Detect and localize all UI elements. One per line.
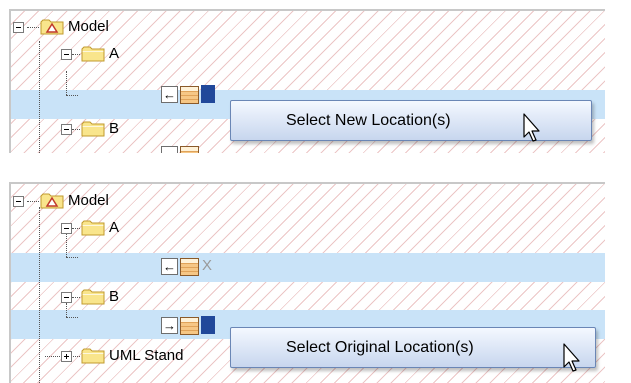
removed-marker: X [202, 257, 213, 274]
right-arrow-icon: → [161, 317, 178, 334]
menu-item-label: Select Original Location(s) [286, 339, 474, 356]
expand-toggle[interactable] [61, 351, 72, 362]
panel-gap [0, 153, 631, 182]
model-tree-panel-bottom[interactable]: Model A ← X B → UML Stand Select Origina… [9, 182, 605, 383]
folder-icon [81, 220, 105, 236]
tree-connector [27, 27, 39, 28]
tree-connector [39, 207, 40, 383]
collapse-toggle[interactable] [61, 124, 72, 135]
model-package-icon [40, 19, 64, 35]
tree-connector [72, 228, 80, 229]
collapse-toggle[interactable] [13, 22, 24, 33]
collapse-toggle[interactable] [61, 49, 72, 60]
menu-item-label: Select New Location(s) [286, 112, 451, 129]
collapse-toggle[interactable] [61, 223, 72, 234]
model-tree-panel-top[interactable]: Model A ← B Select New Location(s) [9, 9, 605, 155]
left-arrow-icon: ← [161, 258, 178, 275]
tree-node-label[interactable]: UML Stand [109, 347, 183, 365]
tree-connector [39, 41, 40, 155]
tree-connector [66, 317, 78, 318]
element-icon [180, 317, 199, 335]
left-arrow-icon: ← [161, 86, 178, 103]
select-original-location-menu-item[interactable]: Select Original Location(s) [230, 327, 596, 368]
mouse-cursor-icon [562, 343, 586, 379]
folder-icon [81, 289, 105, 305]
folder-icon [81, 46, 105, 62]
tree-connector [72, 54, 80, 55]
tree-connector [66, 95, 78, 96]
folder-icon [81, 348, 105, 364]
folder-icon [81, 121, 105, 137]
tree-connector [66, 71, 67, 95]
mouse-cursor-icon [522, 113, 546, 149]
tree-node-label[interactable]: B [109, 288, 119, 306]
model-package-icon [40, 193, 64, 209]
tree-node-label[interactable]: A [109, 219, 119, 237]
element-icon [180, 258, 199, 276]
tree-node-label[interactable]: Model [68, 192, 109, 210]
tree-node-label[interactable]: B [109, 120, 119, 138]
element-icon [180, 86, 199, 104]
tree-connector [72, 129, 80, 130]
selected-element-marker[interactable] [201, 316, 215, 334]
collapse-toggle[interactable] [13, 196, 24, 207]
tree-connector [66, 234, 67, 257]
selected-element-marker[interactable] [201, 85, 215, 103]
tree-connector [66, 303, 67, 317]
row-highlight [11, 253, 605, 282]
tree-connector [27, 201, 39, 202]
collapse-toggle[interactable] [61, 292, 72, 303]
tree-node-label[interactable]: Model [68, 18, 109, 36]
tree-connector [66, 257, 78, 258]
tree-connector [72, 297, 80, 298]
tree-node-label[interactable]: A [109, 45, 119, 63]
